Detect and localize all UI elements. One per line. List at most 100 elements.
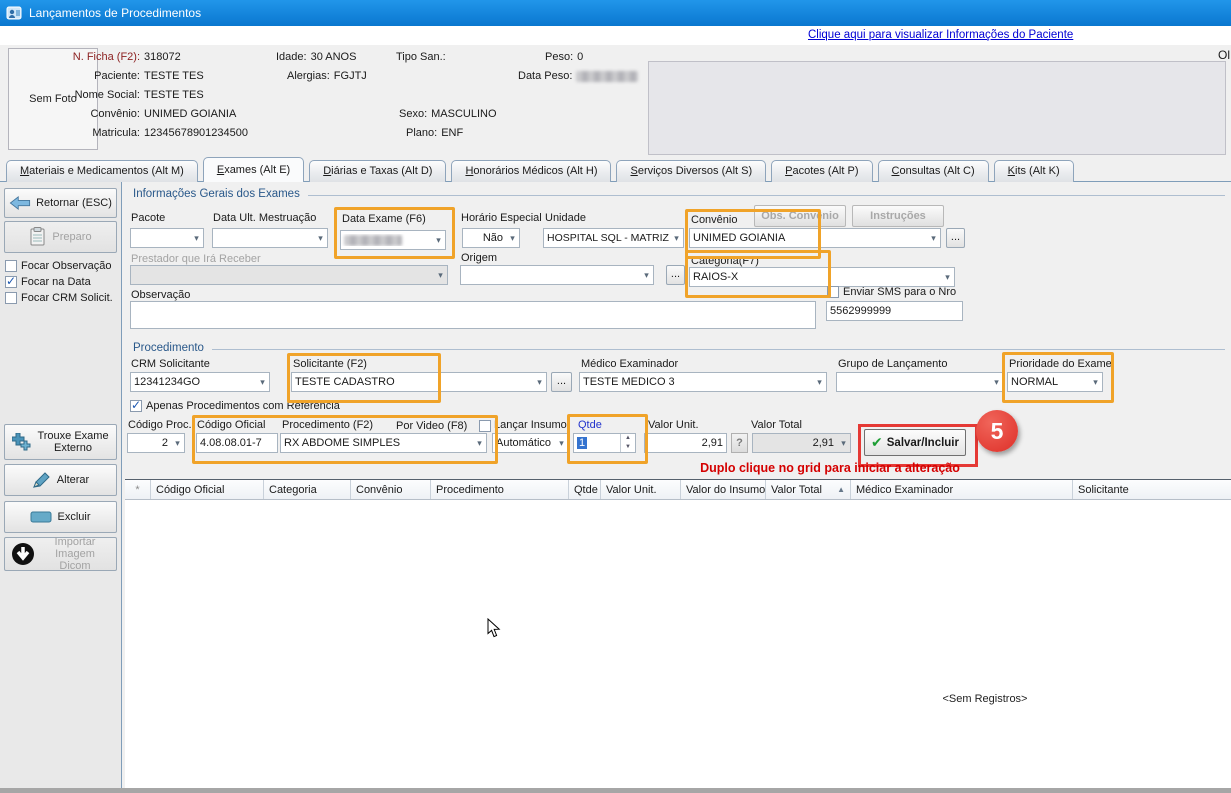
tab-exames[interactable]: Exames (Alt E) [203, 157, 304, 182]
window-title: Lançamentos de Procedimentos [29, 6, 201, 20]
data-exame-combo[interactable]: ▾ [340, 230, 446, 250]
field-data-peso: Data Peso: [518, 70, 638, 82]
patient-header: Sem Foto Ol N. Ficha (F2):318072 Pacient… [0, 45, 1231, 157]
col-convenio[interactable]: Convênio [351, 480, 431, 499]
chevron-down-icon: ▾ [506, 229, 519, 247]
spin-down-icon: ▼ [621, 443, 635, 452]
field-sexo: Sexo:MASCULINO [399, 108, 497, 120]
valor-unit-input[interactable]: 2,91 [644, 433, 727, 453]
focar-crm-checkbox[interactable]: Focar CRM Solicit. [5, 292, 113, 304]
origem-combo[interactable]: ▾ [460, 265, 654, 285]
retornar-button[interactable]: Retornar (ESC) [4, 188, 117, 218]
por-video-label: Por Video (F8) [394, 420, 469, 432]
redacted-value [344, 235, 402, 246]
chevron-down-icon: ▾ [434, 266, 447, 284]
alterar-button[interactable]: Alterar [4, 464, 117, 496]
tab-materiais[interactable]: Materiais e Medicamentos (Alt M) [6, 160, 198, 182]
chevron-down-icon: ▾ [190, 229, 203, 247]
sms-number-input[interactable]: 5562999999 [826, 301, 963, 321]
procedures-grid[interactable]: * Código Oficial Categoria Convênio Proc… [125, 479, 1231, 788]
solicitante-combo[interactable]: TESTE CADASTRO▾ [291, 372, 547, 392]
categoria-label: Categoria(F7) [691, 255, 759, 267]
title-bar: Lançamentos de Procedimentos [0, 0, 1231, 26]
codigo-proc-combo[interactable]: 2▾ [127, 433, 185, 453]
grupo-combo[interactable]: ▾ [836, 372, 1004, 392]
procedimento-combo[interactable]: RX ABDOME SIMPLES▾ [280, 433, 487, 453]
col-valor-total[interactable]: Valor Total▲ [766, 480, 851, 499]
focar-observacao-checkbox[interactable]: Focar Observação [5, 260, 111, 272]
crm-combo[interactable]: 12341234GO▾ [130, 372, 270, 392]
checkbox-icon [5, 292, 17, 304]
patient-info-link[interactable]: Clique aqui para visualizar Informações … [808, 29, 1073, 41]
trouxe-exame-externo-button[interactable]: Trouxe Exame Externo [4, 424, 117, 460]
origem-label: Origem [461, 252, 497, 264]
instrucoes-button[interactable]: Instruções [852, 205, 944, 227]
field-idade: Idade:30 ANOS [276, 51, 356, 63]
observacao-input[interactable] [130, 301, 816, 329]
tab-pacotes[interactable]: Pacotes (Alt P) [771, 160, 872, 182]
prioridade-combo[interactable]: NORMAL▾ [1007, 372, 1103, 392]
col-valor-insumo[interactable]: Valor do Insumo [681, 480, 766, 499]
checkbox-icon [5, 260, 17, 272]
grid-body[interactable] [125, 500, 1231, 789]
tab-kits[interactable]: Kits (Alt K) [994, 160, 1074, 182]
chevron-down-icon: ▾ [256, 373, 269, 391]
unidade-label: Unidade [545, 212, 586, 224]
focar-na-data-checkbox[interactable]: Focar na Data [5, 276, 91, 288]
tab-servicos[interactable]: Serviços Diversos (Alt S) [616, 160, 766, 182]
tab-diarias[interactable]: Diárias e Taxas (Alt D) [309, 160, 446, 182]
excluir-button[interactable]: Excluir [4, 501, 117, 533]
tab-honorarios[interactable]: Honorários Médicos (Alt H) [451, 160, 611, 182]
clipboard-icon [29, 227, 47, 247]
apenas-referencia-checkbox[interactable]: Apenas Procedimentos com Referencia [130, 400, 340, 412]
salvar-incluir-button[interactable]: ✔Salvar/Incluir [864, 429, 966, 456]
pacote-combo[interactable]: ▾ [130, 228, 204, 248]
chevron-down-icon: ▾ [171, 434, 184, 452]
help-button[interactable]: ? [731, 433, 748, 453]
download-circle-icon [11, 542, 35, 566]
convenio-browse-button[interactable]: ... [946, 228, 965, 248]
sort-asc-icon: ▲ [837, 481, 845, 499]
redacted-value [576, 71, 638, 82]
solicitante-browse-button[interactable]: ... [551, 372, 572, 392]
enviar-sms-checkbox[interactable]: Enviar SMS para o Nro [827, 286, 956, 298]
categoria-combo[interactable]: RAIOS-X▾ [689, 267, 955, 287]
field-convenio: Convênio:UNIMED GOIANIA [0, 108, 236, 120]
spinner-arrows-icon[interactable]: ▲▼ [620, 434, 635, 452]
importar-dicom-button[interactable]: Importar Imagem Dicom [4, 537, 117, 571]
codigo-proc-label: Código Proc. [128, 419, 192, 431]
col-codigo-oficial[interactable]: Código Oficial [151, 480, 264, 499]
step-badge: 5 [976, 410, 1018, 452]
lancar-insumo-combo[interactable]: Automático▾ [492, 433, 569, 453]
empty-grid-message: <Sem Registros> [855, 693, 1115, 705]
col-qtde[interactable]: Qtde [569, 480, 601, 499]
codigo-oficial-input[interactable]: 4.08.08.01-7 [196, 433, 278, 453]
qtde-spinner[interactable]: 1 ▲▼ [573, 433, 636, 453]
chevron-down-icon: ▾ [555, 434, 568, 452]
unidade-combo[interactable]: HOSPITAL SQL - MATRIZ▾ [543, 228, 684, 248]
prioridade-label: Prioridade do Exame [1009, 358, 1112, 370]
tab-consultas[interactable]: Consultas (Alt C) [878, 160, 989, 182]
data-ult-combo[interactable]: ▾ [212, 228, 328, 248]
medico-combo[interactable]: TESTE MEDICO 3▾ [579, 372, 827, 392]
pencil-icon [32, 471, 52, 489]
origem-browse-button[interactable]: ... [666, 265, 685, 285]
horario-combo[interactable]: Não▾ [462, 228, 520, 248]
obs-convenio-button[interactable]: Obs. Convênio [754, 205, 846, 227]
convenio-combo[interactable]: UNIMED GOIANIA▾ [689, 228, 941, 248]
tab-strip: Materiais e Medicamentos (Alt M) Exames … [6, 157, 1079, 182]
col-solicitante[interactable]: Solicitante [1073, 480, 1231, 499]
field-ficha: N. Ficha (F2):318072 [0, 51, 181, 63]
medico-label: Médico Examinador [581, 358, 678, 370]
valor-unit-label: Valor Unit. [648, 419, 699, 431]
chevron-down-icon: ▾ [640, 266, 653, 284]
col-valor-unit[interactable]: Valor Unit. [601, 480, 681, 499]
checkbox-icon [827, 286, 839, 298]
por-video-checkbox[interactable] [479, 420, 491, 432]
preparo-button[interactable]: Preparo [4, 221, 117, 253]
section-info-gerais: Informações Gerais dos Exames [133, 188, 1225, 200]
col-medico-examinador[interactable]: Médico Examinador [851, 480, 1073, 499]
col-categoria[interactable]: Categoria [264, 480, 351, 499]
app-icon [6, 5, 22, 21]
col-procedimento[interactable]: Procedimento [431, 480, 569, 499]
